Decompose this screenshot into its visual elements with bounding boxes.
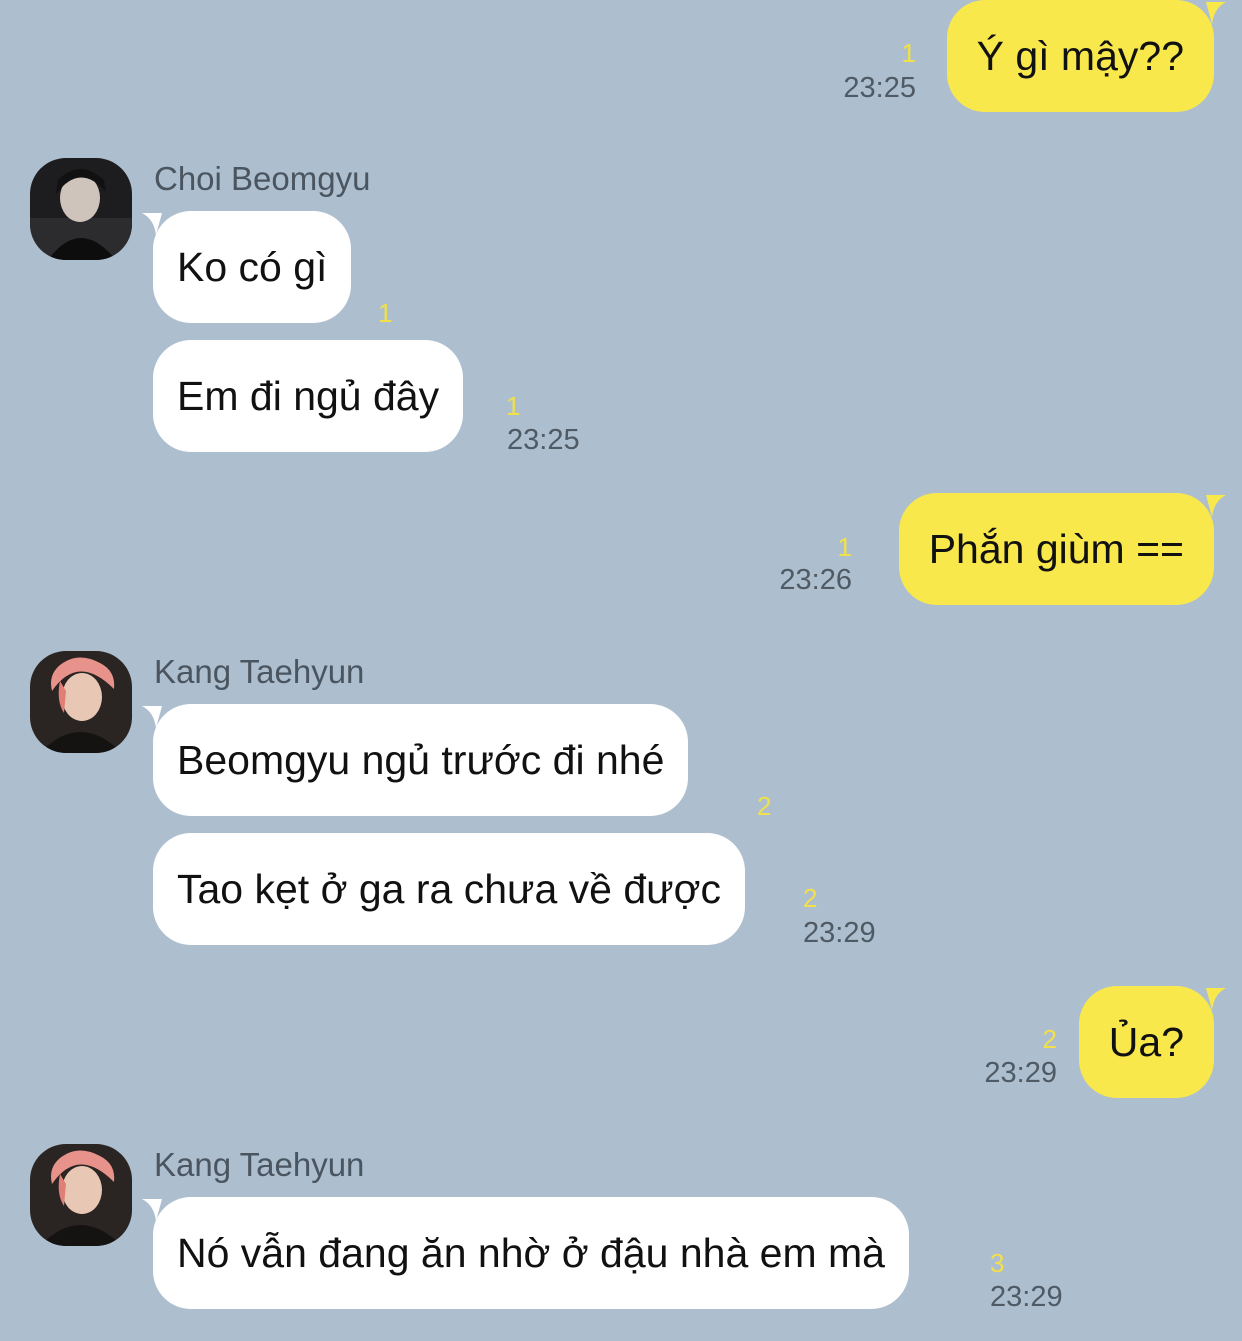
message-time: 23:29 [984, 1057, 1057, 1089]
message-time: 23:26 [779, 564, 852, 596]
beomgyu-avatar[interactable] [30, 158, 132, 260]
unread-count: 3 [990, 1248, 1005, 1278]
message-text: Em đi ngủ đây [153, 340, 464, 452]
message-text: Beomgyu ngủ trước đi nhé [153, 704, 689, 816]
message-text: Tao kẹt ở ga ra chưa về được [153, 833, 745, 945]
message-text: Ủa? [1078, 986, 1214, 1098]
unread-count: 2 [803, 883, 818, 913]
outgoing-message[interactable]: Ủa? [1078, 986, 1226, 1098]
incoming-message[interactable]: Em đi ngủ đây [153, 340, 464, 452]
unread-count: 1 [837, 532, 852, 562]
unread-count: 1 [378, 298, 393, 328]
message-time: 23:29 [803, 917, 876, 949]
bubble-tail-icon [1206, 495, 1226, 517]
unread-count: 1 [901, 38, 916, 68]
taehyun-avatar[interactable] [30, 1144, 132, 1246]
incoming-message[interactable]: Beomgyu ngủ trước đi nhé [142, 704, 689, 816]
bubble-tail-icon [1206, 2, 1226, 24]
bubble-tail-icon [1206, 988, 1226, 1010]
incoming-message[interactable]: Tao kẹt ở ga ra chưa về được [153, 833, 745, 945]
unread-count: 2 [757, 791, 772, 821]
unread-count: 2 [1042, 1024, 1057, 1054]
message-text: Phắn giùm == [898, 493, 1214, 605]
message-text: Nó vẫn đang ăn nhờ ở đậu nhà em mà [153, 1197, 909, 1309]
unread-count: 1 [506, 391, 521, 421]
sender-name: Kang Taehyun [154, 653, 365, 690]
message-time: 23:29 [990, 1281, 1063, 1313]
sender-name: Choi Beomgyu [154, 160, 371, 197]
message-time: 23:25 [507, 424, 580, 456]
incoming-message[interactable]: Ko có gì [142, 211, 352, 323]
outgoing-message[interactable]: Ý gì mậy?? [946, 0, 1226, 112]
incoming-message[interactable]: Nó vẫn đang ăn nhờ ở đậu nhà em mà [142, 1197, 909, 1309]
outgoing-message[interactable]: Phắn giùm == [898, 493, 1226, 605]
sender-name: Kang Taehyun [154, 1146, 365, 1183]
message-text: Ko có gì [153, 211, 352, 323]
message-text: Ý gì mậy?? [946, 0, 1214, 112]
taehyun-avatar[interactable] [30, 651, 132, 753]
message-time: 23:25 [843, 72, 916, 104]
